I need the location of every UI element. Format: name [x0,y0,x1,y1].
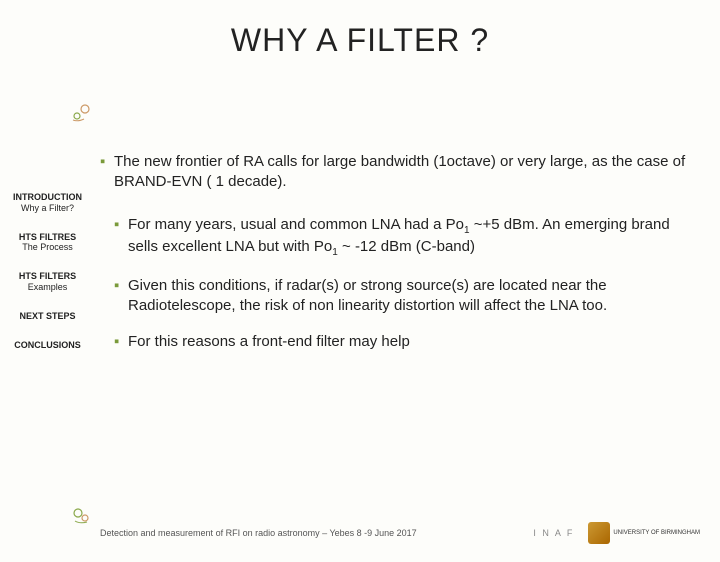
slide-content: ▪ The new frontier of RA calls for large… [100,152,700,368]
bullet-mark-icon: ▪ [100,152,114,193]
slide-footer: Detection and measurement of RFI on radi… [100,522,700,544]
nav-sub: The Process [0,242,95,253]
bullet-3: ▪ Given this conditions, if radar(s) or … [114,276,700,317]
nav-head: NEXT STEPS [0,311,95,322]
nav-sidebar: INTRODUCTION Why a Filter? HTS FILTRES T… [0,192,95,368]
nav-head: INTRODUCTION [0,192,95,203]
nav-item-next-steps: NEXT STEPS [0,311,95,322]
crest-icon [588,522,610,544]
bullet-mark-icon: ▪ [114,215,128,260]
slide-title: WHY A FILTER ? [0,22,720,59]
text-part: ~ -12 dBm (C-band) [338,238,475,255]
bullet-1: ▪ The new frontier of RA calls for large… [100,152,700,193]
ornament-bottom-icon [70,505,92,527]
bullet-text: For many years, usual and common LNA had… [128,215,700,260]
ornament-top-icon [70,102,92,124]
birmingham-text: UNIVERSITY OF BIRMINGHAM [613,530,700,536]
footer-logos: I N A F UNIVERSITY OF BIRMINGHAM [533,522,700,544]
nav-item-hts-filters: HTS FILTERS Examples [0,271,95,293]
birmingham-logo: UNIVERSITY OF BIRMINGHAM [588,522,700,544]
inaf-logo: I N A F [533,528,574,538]
nav-head: HTS FILTERS [0,271,95,282]
nav-item-introduction: INTRODUCTION Why a Filter? [0,192,95,214]
bullet-4: ▪ For this reasons a front-end filter ma… [114,332,700,352]
bullet-text: Given this conditions, if radar(s) or st… [128,276,700,317]
nav-head: CONCLUSIONS [0,340,95,351]
nav-item-conclusions: CONCLUSIONS [0,340,95,351]
nav-head: HTS FILTRES [0,232,95,243]
bullet-mark-icon: ▪ [114,276,128,317]
nav-sub: Why a Filter? [0,203,95,214]
footer-text: Detection and measurement of RFI on radi… [100,528,417,538]
bullet-text: For this reasons a front-end filter may … [128,332,700,352]
bullet-mark-icon: ▪ [114,332,128,352]
nav-item-hts-filtres: HTS FILTRES The Process [0,232,95,254]
bullet-text: The new frontier of RA calls for large b… [114,152,700,193]
bullet-2: ▪ For many years, usual and common LNA h… [114,215,700,260]
text-part: For many years, usual and common LNA had… [128,216,464,233]
nav-sub: Examples [0,282,95,293]
